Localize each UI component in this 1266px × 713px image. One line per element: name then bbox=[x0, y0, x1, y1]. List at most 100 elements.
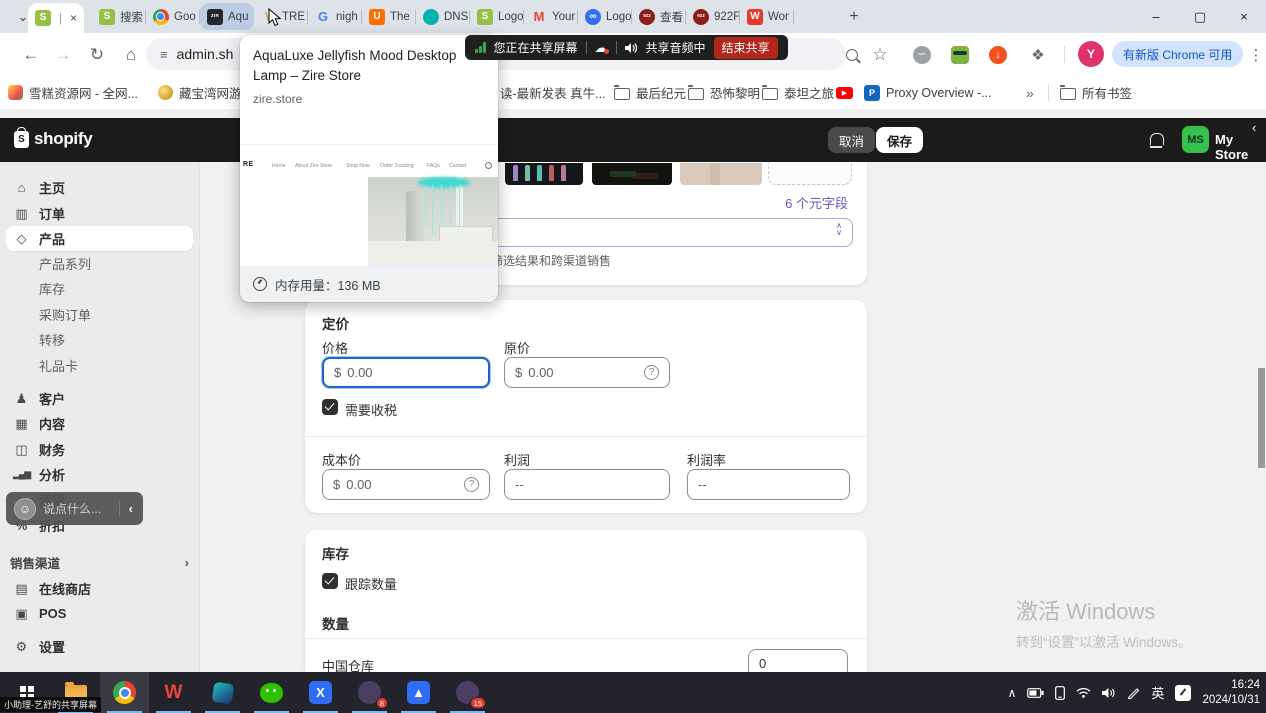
bookmark-folder[interactable]: 泰坦之旅 bbox=[762, 76, 834, 109]
browser-tab[interactable]: G nigh bbox=[308, 0, 362, 33]
sidebar-item[interactable]: 采购订单 bbox=[0, 302, 199, 327]
phone-icon[interactable] bbox=[1055, 686, 1065, 700]
add-media-tile[interactable] bbox=[768, 163, 852, 185]
sidebar-item[interactable]: 产品系列 bbox=[0, 251, 199, 276]
battery-icon[interactable] bbox=[1027, 688, 1044, 698]
sidebar-item[interactable]: 转移 bbox=[0, 327, 199, 352]
wifi-icon[interactable] bbox=[1076, 687, 1091, 698]
bookmark-item[interactable]: 读-最新发表 真牛... bbox=[500, 76, 606, 109]
sidebar-item[interactable]: ▂▄▆ 分析 bbox=[0, 462, 199, 487]
track-quantity-checkbox[interactable] bbox=[322, 573, 338, 589]
taskbar-app[interactable] bbox=[100, 672, 149, 713]
sidebar-item[interactable]: ▣ POS bbox=[0, 601, 199, 626]
bookmark-item[interactable]: P Proxy Overview -... bbox=[864, 76, 992, 109]
ime-indicator[interactable]: 英 bbox=[1151, 683, 1164, 702]
bookmarks-overflow-icon[interactable]: » bbox=[1026, 76, 1034, 109]
taskbar-app[interactable] bbox=[198, 672, 247, 713]
active-tab[interactable]: S | × bbox=[28, 3, 84, 33]
sidebar-item[interactable] bbox=[0, 626, 199, 634]
all-bookmarks-folder[interactable]: 所有书签 bbox=[1060, 76, 1132, 109]
tray-expand-icon[interactable]: ∧ bbox=[1008, 686, 1017, 700]
browser-tab[interactable]: 922 922F bbox=[686, 0, 740, 33]
product-thumbnail[interactable] bbox=[680, 163, 762, 185]
taskbar-app[interactable]: W bbox=[149, 672, 198, 713]
sidebar-item[interactable]: 销售渠道 › bbox=[0, 550, 199, 575]
profile-avatar[interactable]: Y bbox=[1078, 41, 1104, 67]
browser-tab[interactable]: ∞ Logo bbox=[578, 0, 632, 33]
browser-tab[interactable]: ZIR Aqu bbox=[200, 3, 254, 30]
browser-tab[interactable]: S 搜索 bbox=[92, 0, 146, 33]
bookmark-youtube[interactable]: ▶ bbox=[836, 76, 853, 109]
sidebar-item[interactable]: 礼品卡 bbox=[0, 352, 199, 377]
store-avatar[interactable]: MS bbox=[1182, 126, 1209, 153]
browser-tab[interactable]: U The bbox=[362, 0, 416, 33]
close-tab-icon[interactable]: × bbox=[70, 11, 77, 25]
pen-icon[interactable] bbox=[1127, 686, 1140, 699]
bookmark-item[interactable]: 雪糕资源网 - 全网... bbox=[8, 76, 138, 109]
collapse-widget-icon[interactable]: ‹ bbox=[127, 501, 135, 516]
extension-green-icon[interactable] bbox=[946, 33, 974, 76]
sidebar-item[interactable]: ⚙ 设置 bbox=[0, 634, 199, 659]
home-icon[interactable]: ⌂ bbox=[116, 33, 146, 76]
metafields-link[interactable]: 6 个元字段 bbox=[785, 193, 848, 212]
stop-sharing-button[interactable]: 结束共享 bbox=[714, 37, 778, 59]
bookmark-item[interactable]: 藏宝湾网游... bbox=[158, 76, 252, 109]
sidebar-item[interactable] bbox=[0, 378, 199, 386]
extensions-puzzle-icon[interactable]: ❖ bbox=[1024, 33, 1052, 76]
margin-input[interactable]: -- bbox=[687, 469, 850, 500]
browser-tab[interactable]: S Logo bbox=[470, 0, 524, 33]
chevron-left-icon[interactable]: ‹ bbox=[1252, 120, 1256, 135]
cost-input[interactable]: $ 0.00 ? bbox=[322, 469, 490, 500]
tax-checkbox[interactable] bbox=[322, 399, 338, 415]
volume-icon[interactable] bbox=[1102, 687, 1116, 699]
close-window-button[interactable]: × bbox=[1222, 0, 1266, 33]
bookmark-star-icon[interactable]: ☆ bbox=[866, 33, 894, 76]
product-thumbnail[interactable] bbox=[592, 163, 672, 185]
reload-icon[interactable]: ↻ bbox=[82, 33, 112, 76]
help-icon[interactable]: ? bbox=[464, 477, 479, 492]
chat-placeholder[interactable]: 说点什么... bbox=[43, 500, 112, 517]
notifications-bell-icon[interactable] bbox=[1150, 133, 1164, 145]
help-icon[interactable]: ? bbox=[644, 365, 659, 380]
sidebar-item[interactable]: ⌂ 主页 bbox=[0, 175, 199, 200]
profit-input[interactable]: -- bbox=[504, 469, 670, 500]
page-scrollbar[interactable] bbox=[1258, 368, 1265, 468]
price-input[interactable]: $ 0.00 bbox=[322, 357, 490, 388]
browser-tab[interactable]: Goo bbox=[146, 0, 200, 33]
browser-menu-icon[interactable]: ⋮ bbox=[1246, 33, 1266, 76]
extension-download-icon[interactable]: ↓ bbox=[984, 33, 1012, 76]
extension-link-icon[interactable]: ∽ bbox=[908, 33, 936, 76]
new-tab-button[interactable]: + bbox=[842, 5, 866, 29]
sidebar-item[interactable]: ◇ 产品 bbox=[6, 226, 193, 251]
sidebar-item[interactable]: ◫ 财务 bbox=[0, 437, 199, 462]
cancel-button[interactable]: 取消 bbox=[828, 127, 875, 153]
browser-tab[interactable]: W Wor bbox=[740, 0, 794, 33]
sidebar-item[interactable]: ▥ 订单 bbox=[0, 200, 199, 225]
bookmark-folder[interactable]: 最后纪元 bbox=[614, 76, 686, 109]
forward-icon[interactable]: → bbox=[48, 33, 78, 76]
taskbar-app[interactable]: X bbox=[296, 672, 345, 713]
taskbar-app[interactable]: 8 bbox=[345, 672, 394, 713]
taskbar-clock[interactable]: 16:24 2024/10/31 bbox=[1202, 678, 1260, 708]
store-name[interactable]: My Store bbox=[1215, 132, 1266, 162]
sidebar-item[interactable]: ▤ 在线商店 bbox=[0, 575, 199, 600]
taskbar-app[interactable]: 15 bbox=[443, 672, 492, 713]
site-info-icon[interactable]: ≡ bbox=[160, 47, 168, 62]
browser-tab[interactable]: 922 查看 bbox=[632, 0, 686, 33]
zoom-icon[interactable] bbox=[838, 33, 866, 76]
maximize-button[interactable]: ▢ bbox=[1178, 0, 1222, 33]
gauge-app-icon[interactable] bbox=[1175, 685, 1191, 701]
screenshare-chat-widget[interactable]: ☺ 说点什么... ‹ bbox=[6, 492, 143, 525]
taskbar-app[interactable]: ▲ bbox=[394, 672, 443, 713]
shopify-logo[interactable]: S shopify bbox=[14, 129, 92, 149]
browser-tab[interactable]: DNS bbox=[416, 0, 470, 33]
taskbar-app[interactable] bbox=[247, 672, 296, 713]
bookmark-folder[interactable]: 恐怖黎明 bbox=[688, 76, 760, 109]
compare-price-input[interactable]: $ 0.00 ? bbox=[504, 357, 670, 388]
minimize-button[interactable]: – bbox=[1134, 0, 1178, 33]
sidebar-item[interactable]: ♟ 客户 bbox=[0, 386, 199, 411]
save-button[interactable]: 保存 bbox=[876, 127, 923, 153]
product-thumbnail[interactable] bbox=[505, 163, 583, 185]
sidebar-item[interactable]: 库存 bbox=[0, 276, 199, 301]
browser-tab[interactable]: M Your bbox=[524, 0, 578, 33]
